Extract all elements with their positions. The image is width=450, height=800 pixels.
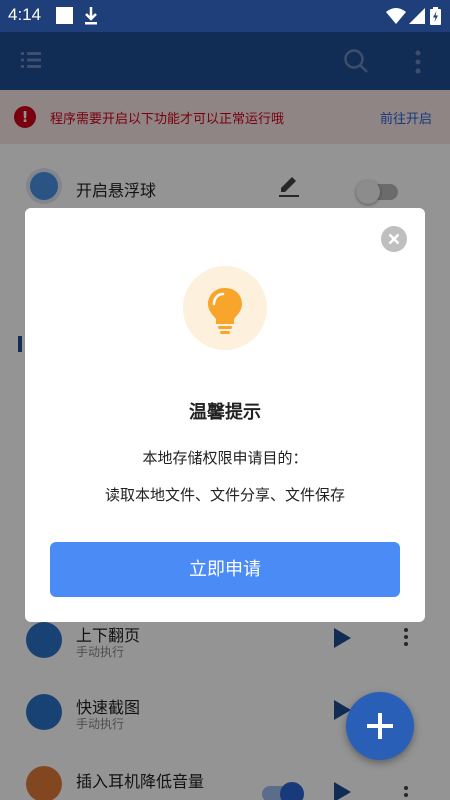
close-button[interactable]: [381, 226, 407, 252]
lightbulb-badge: [183, 266, 267, 350]
notification-icon: [56, 7, 73, 24]
apply-now-button[interactable]: 立即申请: [50, 542, 400, 597]
close-icon: [388, 233, 400, 245]
add-fab-button[interactable]: [346, 692, 414, 760]
dialog-purpose-label: 本地存储权限申请目的：: [142, 449, 308, 467]
lightbulb-icon: [208, 288, 242, 334]
status-bar: 4:14: [0, 0, 450, 32]
permission-dialog: 温馨提示 本地存储权限申请目的： 读取本地文件、文件分享、文件保存 立即申请: [25, 208, 425, 622]
cell-signal-icon: [409, 8, 425, 24]
status-time: 4:14: [8, 5, 42, 24]
battery-charging-icon: [430, 7, 441, 25]
dialog-title: 温馨提示: [189, 402, 261, 423]
wifi-icon: [386, 8, 406, 24]
dialog-purpose-detail: 读取本地文件、文件分享、文件保存: [104, 486, 345, 504]
download-icon: [85, 7, 97, 25]
